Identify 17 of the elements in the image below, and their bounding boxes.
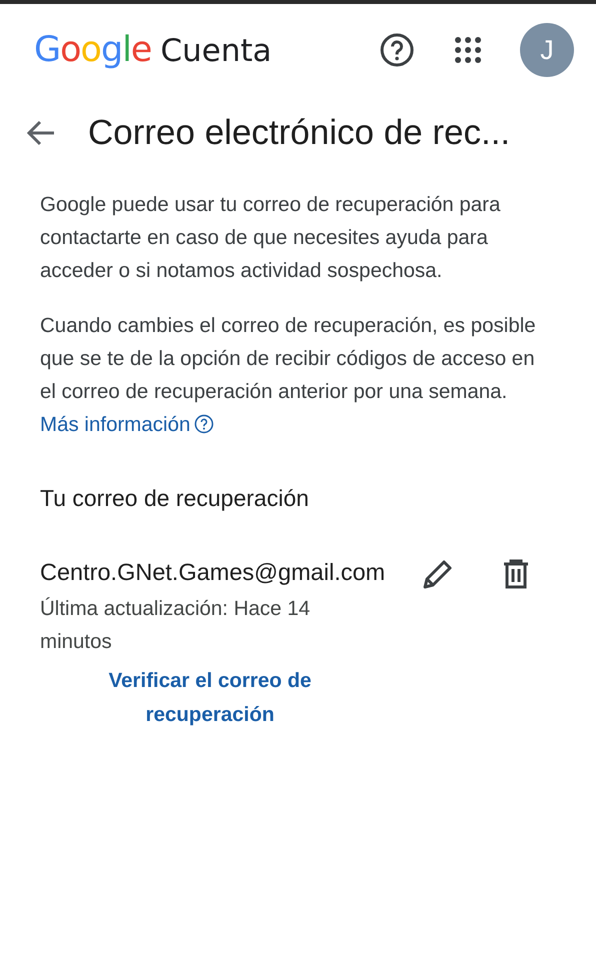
google-logo: Google [34, 30, 152, 70]
email-address: Centro.GNet.Games@gmail.com [40, 558, 386, 587]
more-info-link[interactable]: Más información [40, 413, 190, 436]
help-icon[interactable] [194, 414, 214, 434]
account-avatar[interactable]: J [520, 23, 574, 77]
pencil-icon[interactable] [422, 558, 454, 590]
trash-icon[interactable] [502, 558, 530, 590]
page-title: Correo electrónico de rec... [88, 113, 510, 153]
section-heading: Tu correo de recuperación [40, 485, 310, 512]
description-text: Cuando cambies el correo de recuperación, es posible que se te de la opción de recibir códigos de acceso en el correo de recuperación anterior por una semana. Más información [40, 313, 537, 438]
product-name: Cuenta [160, 33, 272, 69]
apps-grid-icon[interactable] [454, 36, 482, 64]
help-icon[interactable] [380, 33, 414, 67]
description-text: Google puede usar tu correo de recuperación para contactarte en caso de que necesites ayuda para acceder o si notamos actividad sospechosa. [40, 192, 502, 284]
last-updated-text: Última actualización: Hace 14 minutos [40, 596, 312, 655]
back-arrow-icon[interactable] [26, 120, 56, 146]
verify-link[interactable]: Verificar el correo de recuperación [85, 664, 335, 732]
